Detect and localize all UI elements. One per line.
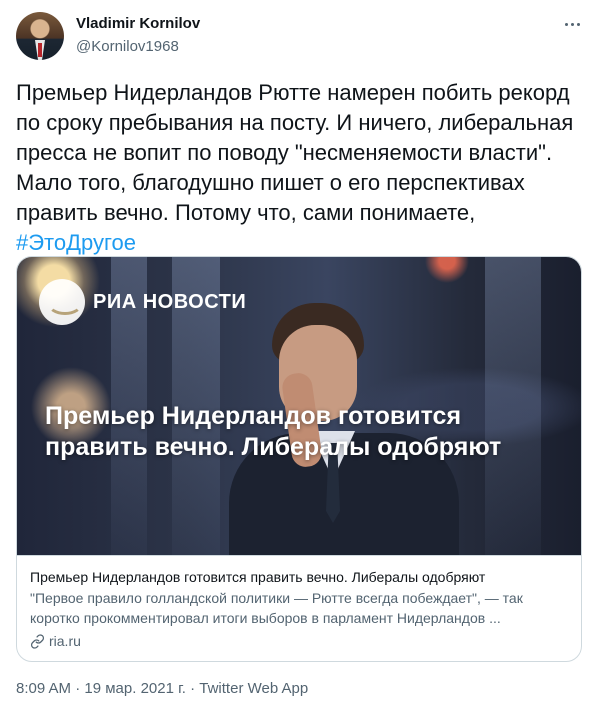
ria-logo: РИА НОВОСТИ xyxy=(39,279,246,325)
link-icon xyxy=(30,633,45,649)
tweet-body: Премьер Нидерландов Рютте намерен побить… xyxy=(16,80,574,225)
card-image: РИА НОВОСТИ Премьер Нидерландов готовитс… xyxy=(17,257,581,555)
link-card[interactable]: РИА НОВОСТИ Премьер Нидерландов готовитс… xyxy=(16,256,582,662)
card-meta: Премьер Нидерландов готовится править ве… xyxy=(17,555,581,661)
tweet-time[interactable]: 8:09 AM xyxy=(16,680,71,697)
tweet: Vladimir Kornilov @Kornilov1968 Премьер … xyxy=(0,0,598,712)
tweet-text: Премьер Нидерландов Рютте намерен побить… xyxy=(16,78,582,258)
hashtag-link[interactable]: #ЭтоДругое xyxy=(16,230,136,255)
more-icon-dot xyxy=(564,22,568,26)
card-description: "Первое правило голландской политики — Р… xyxy=(30,590,523,626)
author-name[interactable]: Vladimir Kornilov xyxy=(76,15,200,32)
tweet-source[interactable]: Twitter Web App xyxy=(199,680,308,697)
author-handle[interactable]: @Kornilov1968 xyxy=(76,38,179,55)
more-icon[interactable] xyxy=(562,14,582,34)
more-icon-dot xyxy=(576,22,580,26)
avatar-tie xyxy=(38,43,42,57)
more-icon-dot xyxy=(570,22,574,26)
tweet-date[interactable]: 19 мар. 2021 г. xyxy=(84,680,186,697)
meta-separator: · xyxy=(185,680,200,697)
card-domain-text: ria.ru xyxy=(49,633,81,649)
card-domain: ria.ru xyxy=(30,631,568,651)
ria-logo-text: РИА НОВОСТИ xyxy=(93,290,247,313)
card-title: Премьер Нидерландов готовится править ве… xyxy=(30,569,486,585)
meta-separator: · xyxy=(71,680,85,697)
tweet-metadata: 8:09 AM · 19 мар. 2021 г. · Twitter Web … xyxy=(16,680,308,697)
avatar[interactable] xyxy=(16,12,64,60)
card-image-headline: Премьер Нидерландов готовится править ве… xyxy=(45,402,502,461)
ria-logo-icon xyxy=(39,279,85,325)
